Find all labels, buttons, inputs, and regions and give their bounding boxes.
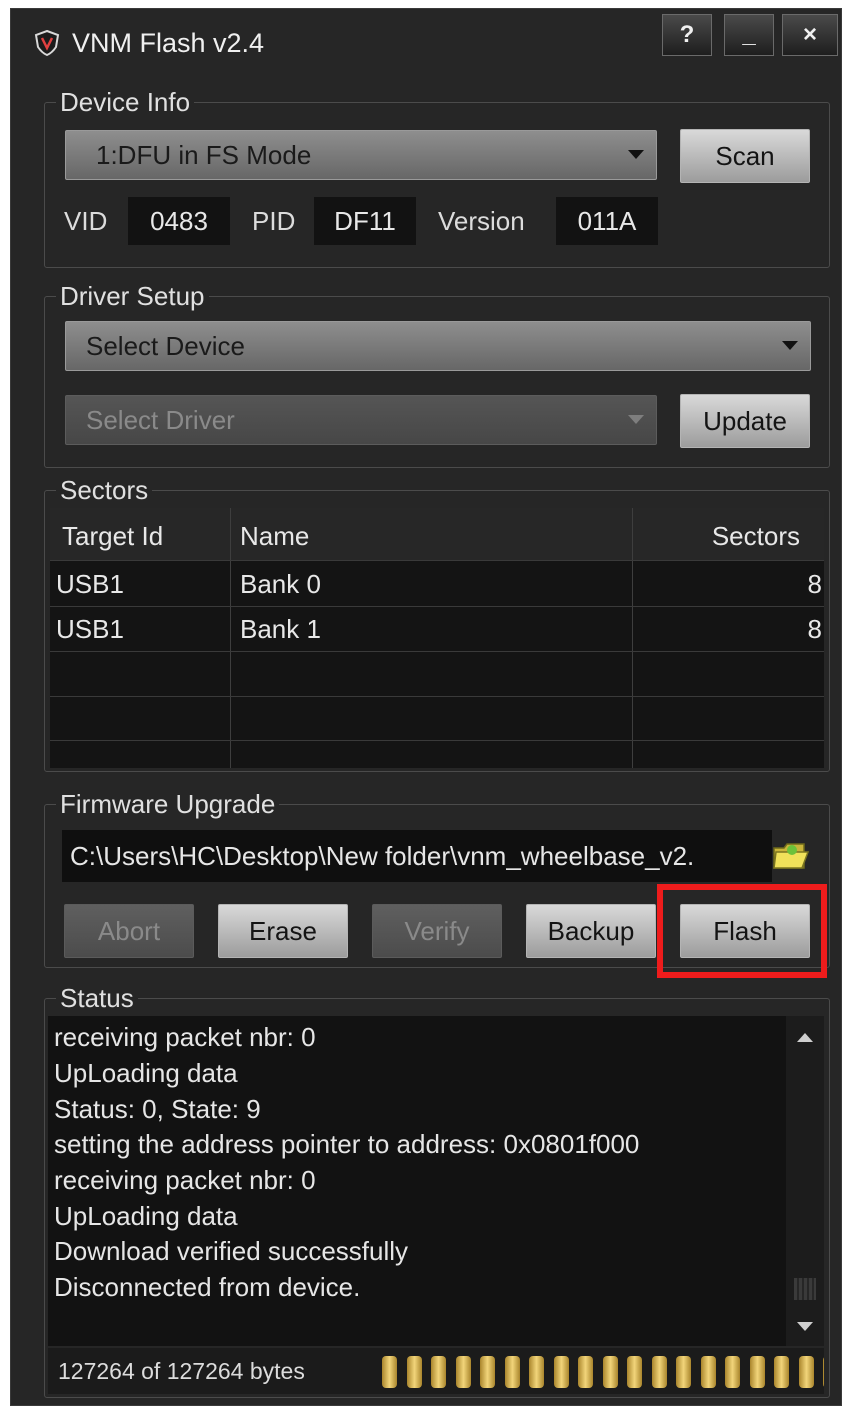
cell-name: Bank 0 (240, 569, 321, 599)
progress-segment (725, 1356, 740, 1388)
log-line: Status: 0, State: 9 (54, 1094, 261, 1124)
help-button[interactable]: ? (662, 14, 712, 56)
column-header-target-id[interactable]: Target Id (62, 514, 163, 558)
progress-segment (749, 1356, 765, 1388)
progress-segment (700, 1356, 716, 1388)
status-footer: 127264 of 127264 bytes (48, 1348, 824, 1394)
vid-value: 0483 (128, 197, 230, 245)
scan-button[interactable]: Scan (680, 129, 810, 183)
progress-segment (431, 1356, 446, 1388)
row-divider (50, 560, 824, 561)
scroll-up-arrow-icon[interactable] (795, 1030, 815, 1044)
progress-segment (406, 1356, 422, 1388)
firmware-path-field[interactable]: C:\Users\HC\Desktop\New folder\vnm_wheel… (62, 830, 772, 882)
update-button[interactable]: Update (680, 394, 810, 448)
column-divider (632, 508, 633, 768)
log-line: setting the address pointer to address: … (54, 1129, 640, 1159)
progress-segment (578, 1356, 593, 1388)
device-info-label: Device Info (56, 87, 195, 117)
chevron-down-icon (782, 341, 798, 350)
scroll-down-arrow-icon[interactable] (795, 1320, 815, 1334)
driver-setup-label: Driver Setup (56, 281, 209, 311)
version-label: Version (438, 206, 525, 236)
minimize-button[interactable]: _ (724, 14, 774, 56)
sectors-table[interactable]: Target Id Name Sectors USB1 Bank 0 8 USB… (50, 508, 824, 768)
cell-target-id: USB1 (56, 614, 124, 644)
log-line: receiving packet nbr: 0 (54, 1165, 316, 1195)
progress-segment (480, 1356, 495, 1388)
column-divider (230, 508, 231, 768)
log-line: UpLoading data (54, 1058, 238, 1088)
progress-text: 127264 of 127264 bytes (58, 1358, 305, 1384)
pid-label: PID (252, 206, 296, 236)
cell-name: Bank 1 (240, 614, 321, 644)
log-line: Disconnected from device. (54, 1272, 361, 1302)
log-line: Download verified successfully (54, 1236, 409, 1266)
progress-segment (504, 1356, 520, 1388)
title-bar[interactable]: VNM Flash v2.4 ? _ × (10, 8, 842, 78)
abort-button[interactable]: Abort (64, 904, 194, 958)
flash-highlight-box (657, 884, 827, 978)
pid-value: DF11 (314, 197, 416, 245)
log-line: UpLoading data (54, 1201, 238, 1231)
chevron-down-icon (628, 150, 644, 159)
erase-button[interactable]: Erase (218, 904, 348, 958)
device-select-value: 1:DFU in FS Mode (96, 140, 312, 170)
column-header-sectors[interactable]: Sectors (712, 514, 800, 558)
table-header (50, 508, 824, 560)
vid-label: VID (64, 206, 108, 236)
status-log[interactable]: receiving packet nbr: 0 UpLoading data S… (48, 1016, 824, 1346)
progress-segment (529, 1356, 544, 1388)
firmware-upgrade-label: Firmware Upgrade (56, 789, 280, 819)
verify-button[interactable]: Verify (372, 904, 502, 958)
select-device-dropdown[interactable]: Select Device (65, 321, 811, 371)
scroll-thumb[interactable] (794, 1278, 816, 1300)
open-folder-icon[interactable] (770, 838, 810, 874)
sectors-label: Sectors (56, 475, 153, 505)
progress-segment (553, 1356, 569, 1388)
version-value: 011A (556, 197, 658, 245)
progress-bar (376, 1354, 824, 1390)
select-driver-value: Select Driver (86, 405, 235, 435)
log-line: receiving packet nbr: 0 (54, 1022, 316, 1052)
select-driver-dropdown[interactable]: Select Driver (65, 395, 657, 445)
progress-segment (627, 1356, 642, 1388)
backup-button[interactable]: Backup (526, 904, 656, 958)
progress-segment (651, 1356, 667, 1388)
status-scrollbar[interactable] (786, 1016, 824, 1346)
shield-logo-icon (34, 29, 60, 57)
progress-segment (774, 1356, 789, 1388)
app-window: VNM Flash v2.4 ? _ × Device Info 1:DFU i… (10, 8, 842, 1406)
row-divider (50, 696, 824, 697)
chevron-down-icon (628, 415, 644, 424)
progress-segment (455, 1356, 471, 1388)
progress-segment (823, 1356, 824, 1388)
row-divider (50, 651, 824, 652)
cell-sectors: 8 (807, 614, 822, 644)
progress-segment (382, 1356, 397, 1388)
row-divider (50, 606, 824, 607)
close-button[interactable]: × (782, 14, 838, 56)
device-select-dropdown[interactable]: 1:DFU in FS Mode (65, 130, 657, 180)
status-label: Status (56, 983, 138, 1013)
cell-target-id: USB1 (56, 569, 124, 599)
select-device-value: Select Device (86, 331, 245, 361)
column-header-name[interactable]: Name (240, 514, 309, 558)
row-divider (50, 740, 824, 741)
cell-sectors: 8 (807, 569, 822, 599)
progress-segment (676, 1356, 691, 1388)
progress-segment (798, 1356, 814, 1388)
progress-segment (602, 1356, 618, 1388)
window-title: VNM Flash v2.4 (72, 28, 265, 58)
